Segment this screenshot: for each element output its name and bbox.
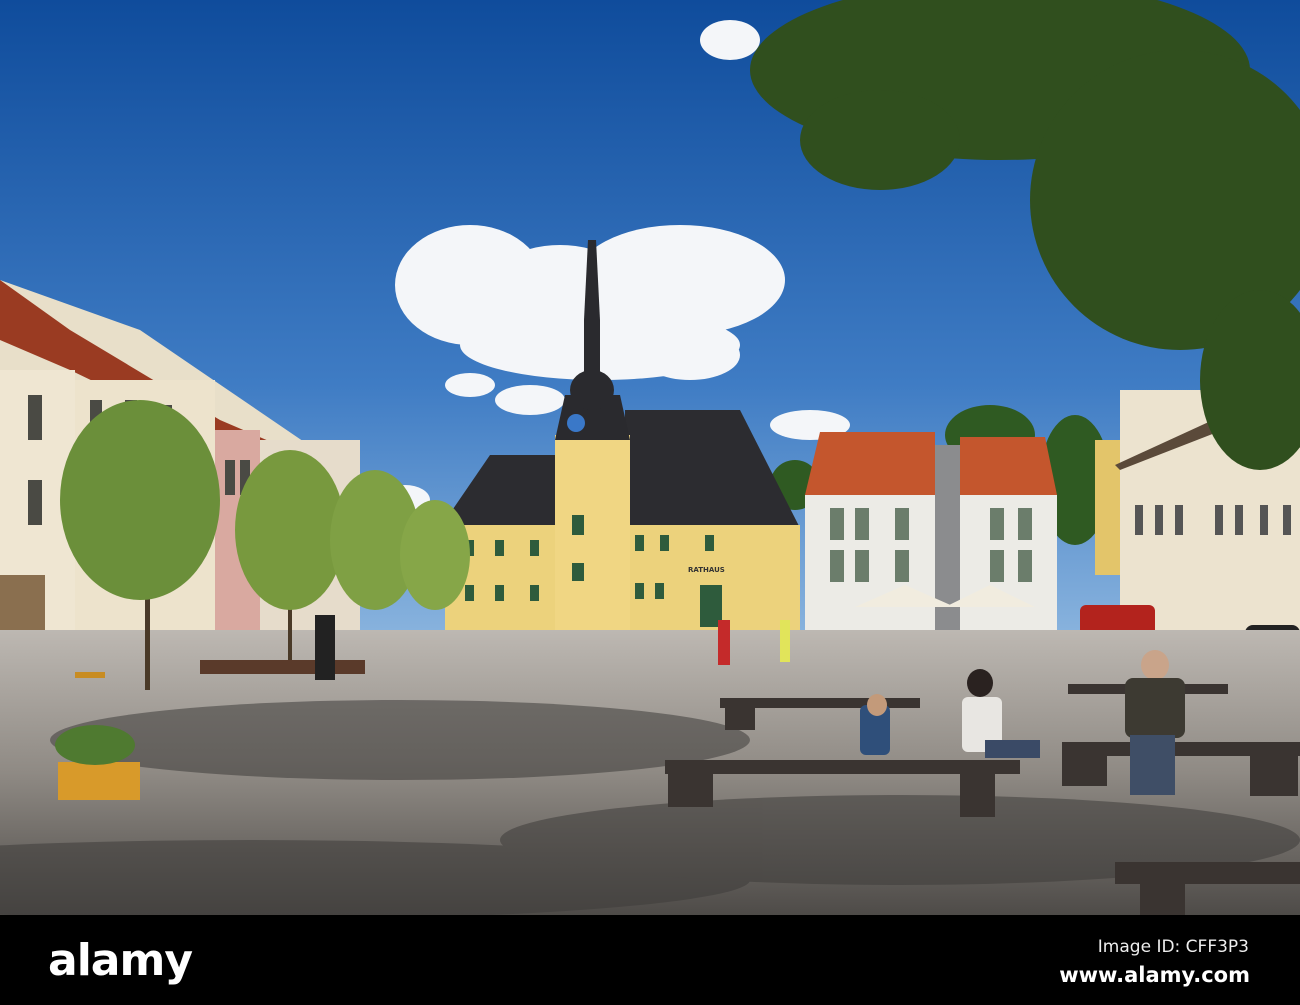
- image-id: Image ID: CFF3P3: [1097, 937, 1249, 957]
- right-modern-buildings: [805, 432, 1057, 635]
- alamy-logo: alamy: [48, 935, 193, 986]
- stock-photo: RATHAUS alamy Image ID: CFF3P3 www.alamy…: [0, 0, 1300, 1005]
- town-square-photo: [0, 0, 1300, 915]
- site-url: www.alamy.com: [1059, 963, 1250, 987]
- town-hall-sign: RATHAUS: [688, 566, 725, 574]
- watermark-footer: alamy Image ID: CFF3P3 www.alamy.com: [0, 915, 1300, 1005]
